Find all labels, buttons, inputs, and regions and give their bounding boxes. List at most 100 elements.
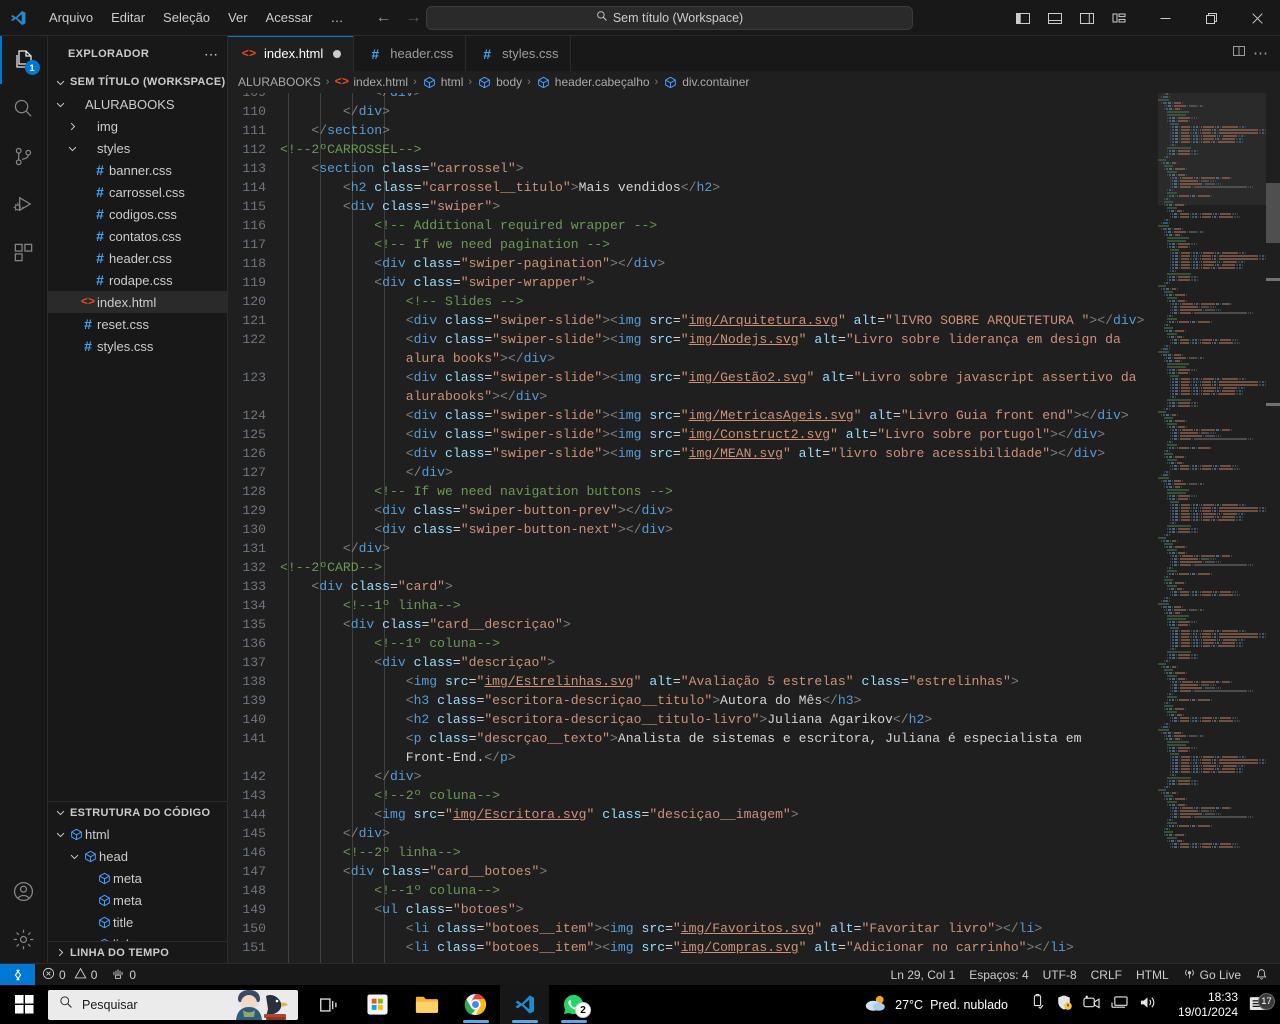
toggle-panel-icon[interactable] <box>1040 3 1070 33</box>
minimap-line <box>1158 237 1266 239</box>
tree-item-img[interactable]: img <box>48 115 227 137</box>
status-cursor-position[interactable]: Ln 29, Col 1 <box>884 964 963 986</box>
structure-item-title[interactable]: title <box>48 911 227 933</box>
line-number: 145 <box>242 826 266 841</box>
quick-search-bar[interactable]: Sem título (Workspace) <box>426 6 913 30</box>
breadcrumb-item-body[interactable]: body <box>477 75 522 89</box>
structure-item-meta[interactable]: meta <box>48 889 227 911</box>
taskbar-microsoft-store-button[interactable] <box>353 985 402 1024</box>
customize-layout-icon[interactable] <box>1104 3 1134 33</box>
back-arrow-icon[interactable]: ← <box>375 9 393 26</box>
activity-search-button[interactable] <box>0 84 48 132</box>
structure-item-head[interactable]: head <box>48 845 227 867</box>
breadcrumb[interactable]: ALURABOOKS › <> index.html › html › body › header… <box>228 71 1280 93</box>
tree-item-styles-css[interactable]: # styles.css <box>48 335 227 357</box>
window-close-button[interactable] <box>1234 0 1280 36</box>
menu-editar[interactable]: Editar <box>102 6 154 30</box>
forward-arrow-icon[interactable]: → <box>405 9 423 26</box>
tree-item-styles[interactable]: styles <box>48 137 227 159</box>
tab-index-html[interactable]: <> index.html <box>228 36 355 71</box>
activity-explorer-button[interactable]: 1 <box>0 36 48 84</box>
taskbar-whatsapp-button[interactable]: 2 <box>549 985 598 1024</box>
minimap[interactable] <box>1158 93 1266 963</box>
tab-styles-css[interactable]: # styles.css <box>466 36 572 71</box>
menu-selecao[interactable]: Seleção <box>154 6 219 30</box>
remote-window-button[interactable] <box>0 963 35 986</box>
taskbar-task-view-button[interactable] <box>304 985 353 1024</box>
sidebar-section-structure[interactable]: ESTRUTURA DO CÓDIGO <box>48 801 227 823</box>
toggle-secondary-sidebar-icon[interactable] <box>1072 3 1102 33</box>
code-editor[interactable]: 109 </div>110 </div>111 </section>112<!-… <box>228 93 1280 963</box>
minimap-line <box>1158 615 1266 617</box>
activity-run-debug-button[interactable] <box>0 180 48 228</box>
editor-more-actions-icon[interactable]: ⋯ <box>1253 46 1268 61</box>
code-text-area[interactable]: 109 </div>110 </div>111 </section>112<!-… <box>228 93 1158 963</box>
search-icon <box>59 995 73 1014</box>
breadcrumb-item-header-cabeçalho[interactable]: header.cabeçalho <box>536 75 650 89</box>
tree-item-codigos-css[interactable]: # codigos.css <box>48 203 227 225</box>
status-notifications-bell[interactable] <box>1248 964 1280 986</box>
status-go-live[interactable]: Go Live <box>1176 964 1248 986</box>
tree-item-banner-css[interactable]: # banner.css <box>48 159 227 181</box>
taskbar-vscode-button[interactable] <box>500 985 549 1024</box>
breadcrumb-item-alurabooks[interactable]: ALURABOOKS <box>238 75 321 89</box>
windows-security-icon[interactable] <box>1056 994 1072 1016</box>
menu-ver[interactable]: Ver <box>219 6 257 30</box>
taskbar-search-box[interactable]: Pesquisar <box>48 989 298 1020</box>
tree-item-reset-css[interactable]: # reset.css <box>48 313 227 335</box>
structure-item-meta[interactable]: meta <box>48 867 227 889</box>
toggle-primary-sidebar-icon[interactable] <box>1008 3 1038 33</box>
scrollbar-thumb[interactable] <box>1266 183 1280 243</box>
status-indentation[interactable]: Espaços: 4 <box>962 964 1035 986</box>
tree-item-contatos-css[interactable]: # contatos.css <box>48 225 227 247</box>
taskbar-notifications-button[interactable]: 17 <box>1248 993 1280 1014</box>
minimap-line <box>1158 660 1266 662</box>
sidebar-section-workspace[interactable]: SEM TÍTULO (WORKSPACE) <box>48 71 227 93</box>
taskbar-file-explorer-button[interactable] <box>402 985 451 1024</box>
breadcrumb-item-index-html[interactable]: <> index.html <box>334 75 408 89</box>
network-icon[interactable] <box>1111 995 1128 1015</box>
taskbar-google-chrome-button[interactable] <box>451 985 500 1024</box>
windows-start-button[interactable] <box>0 985 48 1024</box>
tab-header-css[interactable]: # header.css <box>354 36 467 71</box>
structure-item-html[interactable]: html <box>48 823 227 845</box>
minimap-line <box>1158 756 1266 758</box>
activity-settings-button[interactable] <box>0 915 48 963</box>
structure-item-link[interactable]: link <box>48 933 227 941</box>
tree-item-header-css[interactable]: # header.css <box>48 247 227 269</box>
taskbar-clock[interactable]: 18:33 19/01/2024 <box>1168 990 1248 1020</box>
line-number: 132 <box>242 560 266 575</box>
breadcrumb-item-div-container[interactable]: div.container <box>663 75 749 89</box>
usb-icon[interactable] <box>1030 993 1045 1015</box>
camera-icon[interactable] <box>1083 995 1100 1014</box>
status-eol[interactable]: CRLF <box>1084 964 1129 986</box>
breadcrumb-item-html[interactable]: html <box>422 75 463 89</box>
window-restore-button[interactable] <box>1188 0 1234 36</box>
tree-item-rodape-css[interactable]: # rodape.css <box>48 269 227 291</box>
status-encoding[interactable]: UTF-8 <box>1036 964 1084 986</box>
activity-source-control-button[interactable] <box>0 132 48 180</box>
volume-icon[interactable] <box>1139 995 1156 1015</box>
menu-more[interactable]: … <box>322 6 353 30</box>
split-editor-icon[interactable] <box>1231 43 1247 64</box>
tree-item-carrossel-css[interactable]: # carrossel.css <box>48 181 227 203</box>
tree-item-alurabooks[interactable]: ALURABOOKS <box>48 93 227 115</box>
tree-item-index-html[interactable]: <> index.html <box>48 291 227 313</box>
status-ports[interactable]: 0 <box>104 964 143 986</box>
sidebar-more-actions-icon[interactable]: ⋯ <box>204 47 219 61</box>
element-cube-icon <box>95 894 113 907</box>
menu-arquivo[interactable]: Arquivo <box>40 6 102 30</box>
status-language-mode[interactable]: HTML <box>1129 964 1176 986</box>
menu-acessar[interactable]: Acessar <box>257 6 322 30</box>
activity-extensions-button[interactable] <box>0 228 48 276</box>
status-problems[interactable]: 0 0 <box>35 964 104 986</box>
minimap-line <box>1158 663 1266 665</box>
window-minimize-button[interactable] <box>1142 0 1188 36</box>
line-number: 127 <box>242 465 266 480</box>
sidebar-section-timeline[interactable]: LINHA DO TEMPO <box>48 941 227 963</box>
activity-accounts-button[interactable] <box>0 867 48 915</box>
editor-vertical-scrollbar[interactable] <box>1266 93 1280 963</box>
code-line: 120 <!-- Slides --> <box>228 292 1158 311</box>
taskbar-weather-widget[interactable]: 27°C Pred. nublado <box>854 993 1018 1016</box>
